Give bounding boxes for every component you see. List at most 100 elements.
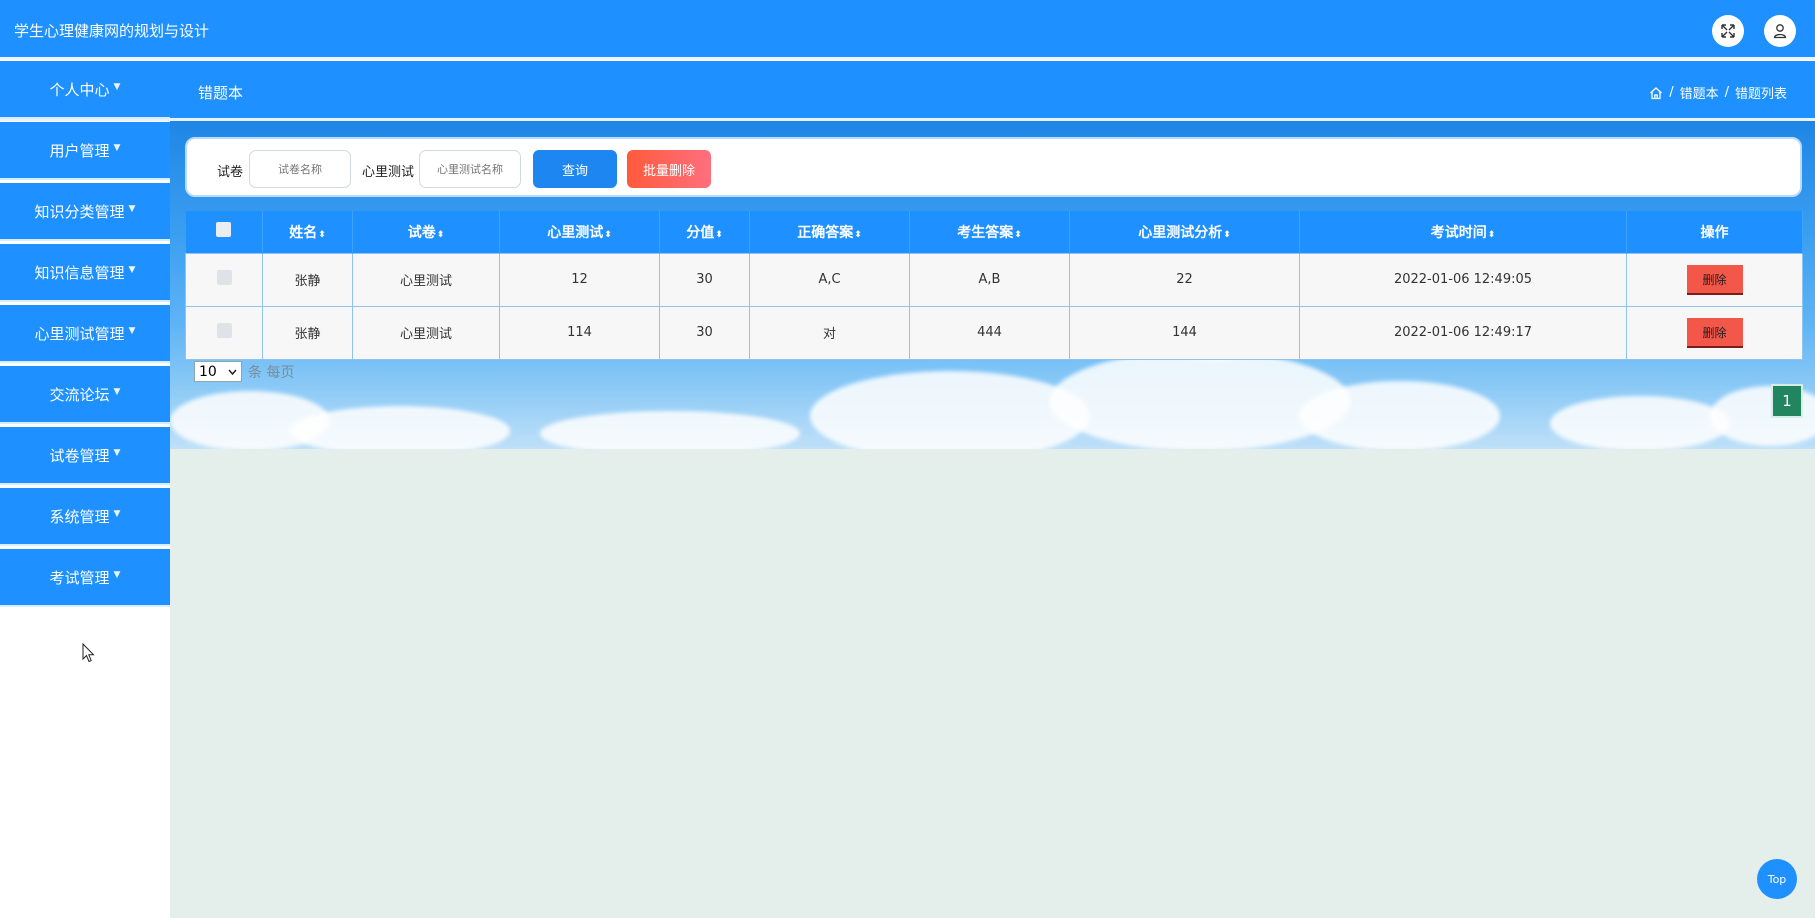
sidebar-item-label: 试卷管理 [49, 446, 110, 465]
sort-icon[interactable]: ⬍ [715, 230, 723, 240]
paper-label: 试卷 [217, 165, 244, 180]
column-header: 操作 [1626, 211, 1803, 253]
paper-search-input[interactable] [249, 150, 351, 188]
column-header[interactable]: 姓名⬍ [262, 211, 353, 253]
sidebar-item-label: 心里测试管理 [34, 324, 125, 343]
delete-button[interactable]: 删除 [1686, 264, 1743, 295]
per-page-select[interactable]: 10 [194, 361, 242, 382]
sidebar-item-label: 个人中心 [49, 80, 110, 99]
sort-icon[interactable]: ⬍ [1488, 230, 1496, 240]
cell-exam-time: 2022-01-06 12:49:05 [1299, 252, 1627, 307]
test-search-input[interactable] [419, 150, 521, 188]
row-checkbox[interactable] [216, 270, 232, 285]
sidebar-item-label: 考试管理 [49, 568, 110, 587]
sidebar-item-forum[interactable]: 交流论坛 ▼ [0, 366, 170, 424]
sidebar-item-system-management[interactable]: 系统管理 ▼ [0, 488, 170, 546]
user-button[interactable] [1764, 15, 1796, 47]
column-header[interactable]: 分值⬍ [659, 211, 750, 253]
caret-down-icon: ▼ [128, 204, 136, 214]
select-all-cell [185, 211, 263, 253]
sidebar-item-knowledge-category[interactable]: 知识分类管理 ▼ [0, 183, 170, 241]
column-header[interactable]: 心里测试分析⬍ [1069, 211, 1300, 253]
caret-down-icon: ▼ [113, 509, 121, 519]
fullscreen-button[interactable] [1712, 15, 1744, 47]
sort-icon[interactable]: ⬍ [1223, 230, 1231, 240]
row-checkbox[interactable] [216, 323, 232, 338]
breadcrumb: / 错题本 / 错题列表 [1649, 83, 1787, 102]
wrong-questions-table: 姓名⬍ 试卷⬍ 心里测试⬍ 分值⬍ 正确答案⬍ 考生答案⬍ 心里测试分析⬍ 考试… [185, 211, 1803, 360]
fullscreen-icon [1721, 24, 1735, 38]
cell-test: 12 [499, 252, 660, 307]
sidebar-item-label: 交流论坛 [49, 385, 110, 404]
cell-correct-answer: A,C [749, 252, 910, 307]
caret-down-icon: ▼ [113, 387, 121, 397]
cell-action: 删除 [1626, 252, 1803, 307]
cell-paper: 心里测试 [352, 305, 500, 360]
cell-name: 张静 [262, 305, 353, 360]
test-label: 心里测试 [362, 165, 415, 180]
sidebar: 个人中心 ▼ 用户管理 ▼ 知识分类管理 ▼ 知识信息管理 ▼ 心里测试管理 ▼ 交流论坛… [0, 61, 170, 610]
caret-down-icon: ▼ [113, 448, 121, 458]
caret-down-icon: ▼ [128, 326, 136, 336]
sidebar-item-knowledge-info[interactable]: 知识信息管理 ▼ [0, 244, 170, 302]
cloud [810, 371, 1090, 449]
column-header[interactable]: 试卷⬍ [352, 211, 500, 253]
cell-score: 30 [659, 305, 750, 360]
cell-analysis: 144 [1069, 305, 1300, 360]
column-header[interactable]: 考试时间⬍ [1299, 211, 1627, 253]
cell-analysis: 22 [1069, 252, 1300, 307]
cloud [1300, 381, 1500, 449]
cloud [1050, 351, 1350, 449]
delete-button[interactable]: 删除 [1686, 317, 1743, 348]
search-panel: 试卷 心里测试 查询 批量删除 [185, 137, 1802, 197]
caret-down-icon: ▼ [128, 265, 136, 275]
top-header: 学生心理健康网的规划与设计 [0, 0, 1815, 60]
caret-down-icon: ▼ [113, 82, 121, 92]
breadcrumb-separator: / [1669, 85, 1674, 100]
cell-action: 删除 [1626, 305, 1803, 360]
user-icon [1773, 24, 1787, 39]
table-row: 张静 心里测试 12 30 A,C A,B 22 2022-01-06 12:4… [185, 252, 1803, 307]
sort-icon[interactable]: ⬍ [318, 230, 326, 240]
cell-exam-time: 2022-01-06 12:49:17 [1299, 305, 1627, 360]
back-to-top-button[interactable]: Top [1757, 859, 1797, 899]
sort-icon[interactable]: ⬍ [437, 230, 445, 240]
batch-delete-button[interactable]: 批量删除 [627, 150, 711, 188]
home-icon[interactable] [1649, 86, 1663, 100]
column-header[interactable]: 正确答案⬍ [749, 211, 910, 253]
cloud [540, 411, 800, 449]
chevron-down-icon [228, 369, 237, 375]
query-button[interactable]: 查询 [533, 150, 617, 188]
sidebar-item-label: 知识分类管理 [34, 202, 125, 221]
page-number-current[interactable]: 1 [1771, 384, 1803, 418]
sidebar-item-label: 系统管理 [49, 507, 110, 526]
table-row: 张静 心里测试 114 30 对 444 144 2022-01-06 12:4… [185, 305, 1803, 360]
cell-test: 114 [499, 305, 660, 360]
sidebar-item-psych-test[interactable]: 心里测试管理 ▼ [0, 305, 170, 363]
select-all-checkbox[interactable] [216, 222, 232, 238]
cell-score: 30 [659, 252, 750, 307]
breadcrumb-item[interactable]: 错题本 [1680, 83, 1719, 102]
breadcrumb-separator: / [1724, 85, 1729, 100]
sidebar-item-exam-management[interactable]: 考试管理 ▼ [0, 549, 170, 607]
sidebar-item-user-management[interactable]: 用户管理 ▼ [0, 122, 170, 180]
sidebar-item-personal-center[interactable]: 个人中心 ▼ [0, 61, 170, 119]
sort-icon[interactable]: ⬍ [1014, 230, 1022, 240]
app-title: 学生心理健康网的规划与设计 [14, 22, 210, 40]
cell-student-answer: A,B [909, 252, 1070, 307]
sort-icon[interactable]: ⬍ [854, 230, 862, 240]
column-header[interactable]: 心里测试⬍ [499, 211, 660, 253]
cell-paper: 心里测试 [352, 252, 500, 307]
per-page-control: 10 条 每页 [194, 361, 294, 382]
caret-down-icon: ▼ [113, 143, 121, 153]
row-select-cell [185, 252, 263, 307]
per-page-value: 10 [199, 363, 217, 380]
breadcrumb-item: 错题列表 [1734, 87, 1787, 102]
cell-student-answer: 444 [909, 305, 1070, 360]
page-title: 错题本 [198, 84, 244, 102]
column-header[interactable]: 考生答案⬍ [909, 211, 1070, 253]
sort-icon[interactable]: ⬍ [604, 230, 612, 240]
cloud [290, 406, 510, 449]
caret-down-icon: ▼ [113, 570, 121, 580]
sidebar-item-paper-management[interactable]: 试卷管理 ▼ [0, 427, 170, 485]
